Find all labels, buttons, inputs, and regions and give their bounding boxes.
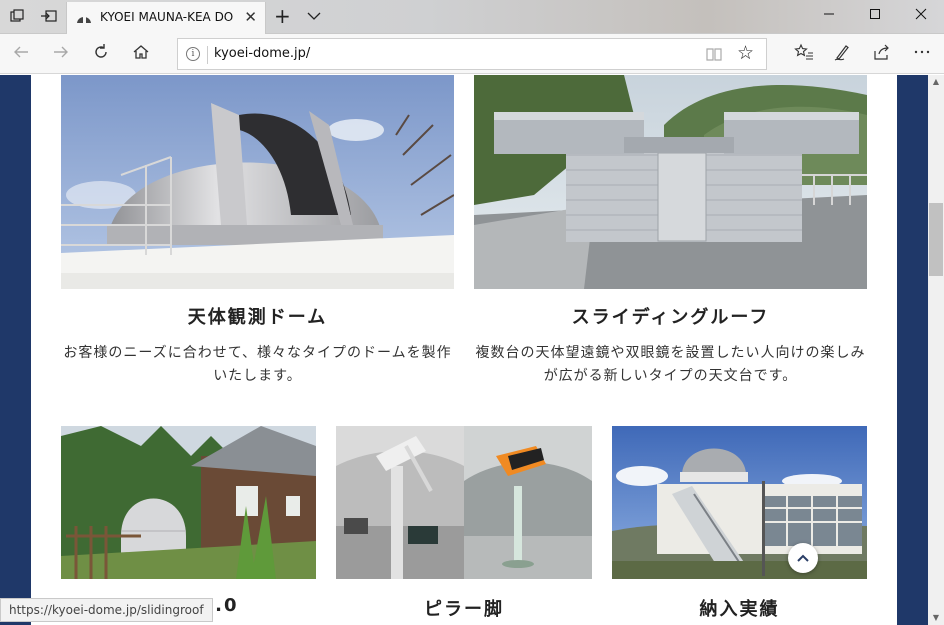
observatory-dome-photo[interactable] [61, 75, 454, 289]
navigation-bar: i kyoei-dome.jp/ ☆ [0, 34, 944, 74]
page-content: 天体観測ドーム お客様のニーズに合わせて、様々なタイプのドームを製作いたします。… [31, 75, 897, 625]
dome-card-title[interactable]: 天体観測ドーム [61, 303, 454, 329]
site-info-icon[interactable]: i [186, 47, 200, 61]
more-options-icon[interactable] [911, 43, 933, 65]
sliding-roof-card-title[interactable]: スライディングルーフ [474, 303, 867, 329]
set-aside-tabs-icon[interactable] [40, 8, 58, 26]
favorites-list-icon[interactable] [793, 43, 815, 65]
dome-favicon-icon [77, 15, 91, 23]
back-to-top-button[interactable] [788, 543, 818, 573]
sliding-roof-card-description: 複数台の天体望遠鏡や双眼鏡を設置したい人向けの楽しみが広がる新しいタイプの天文台… [475, 345, 866, 384]
scroll-up-arrow-icon[interactable]: ▲ [931, 77, 941, 87]
tab-close-icon[interactable]: ✕ [244, 8, 257, 26]
url-text[interactable]: kyoei-dome.jp/ [214, 46, 310, 61]
refresh-icon[interactable] [90, 43, 112, 65]
forward-arrow-icon[interactable] [50, 43, 72, 65]
dome-card-description: お客様のニーズに合わせて、様々なタイプのドームを製作いたします。 [63, 345, 452, 384]
maximize-icon[interactable] [852, 0, 898, 34]
address-separator [207, 46, 208, 64]
gfrp-dome-photo[interactable] [61, 426, 316, 579]
back-arrow-icon[interactable] [10, 43, 32, 65]
close-window-icon[interactable] [898, 0, 944, 34]
share-icon[interactable] [871, 43, 893, 65]
active-tab[interactable]: KYOEI MAUNA-KEA DO ✕ [66, 2, 266, 34]
pillar-mount-photo[interactable] [336, 426, 592, 579]
minimize-icon[interactable] [806, 0, 852, 34]
sliding-roof-photo[interactable] [474, 75, 867, 289]
tab-actions-icon[interactable] [8, 8, 26, 26]
address-bar[interactable]: i kyoei-dome.jp/ ☆ [177, 38, 767, 70]
favorite-star-icon[interactable]: ☆ [737, 42, 754, 64]
reading-view-icon[interactable] [706, 46, 722, 62]
pen-notes-icon[interactable] [832, 43, 854, 65]
chevron-up-icon [797, 554, 809, 562]
new-tab-button[interactable]: + [274, 4, 291, 28]
home-icon[interactable] [130, 43, 152, 65]
link-status-bar: https://kyoei-dome.jp/slidingroof [0, 598, 213, 622]
pillar-card-title[interactable]: ピラー脚 [336, 595, 592, 621]
tab-title: KYOEI MAUNA-KEA DO [100, 10, 234, 24]
vertical-scrollbar[interactable]: ▲ ▼ [928, 75, 944, 625]
tab-bar: KYOEI MAUNA-KEA DO ✕ + [0, 0, 944, 34]
page-viewport: 天体観測ドーム お客様のニーズに合わせて、様々なタイプのドームを製作いたします。… [0, 75, 928, 625]
results-card-title[interactable]: 納入実績 [612, 595, 867, 621]
scrollbar-thumb[interactable] [929, 203, 943, 276]
tab-list-chevron-down-icon[interactable] [307, 9, 321, 23]
installation-results-photo[interactable] [612, 426, 867, 579]
scroll-down-arrow-icon[interactable]: ▼ [931, 613, 941, 623]
